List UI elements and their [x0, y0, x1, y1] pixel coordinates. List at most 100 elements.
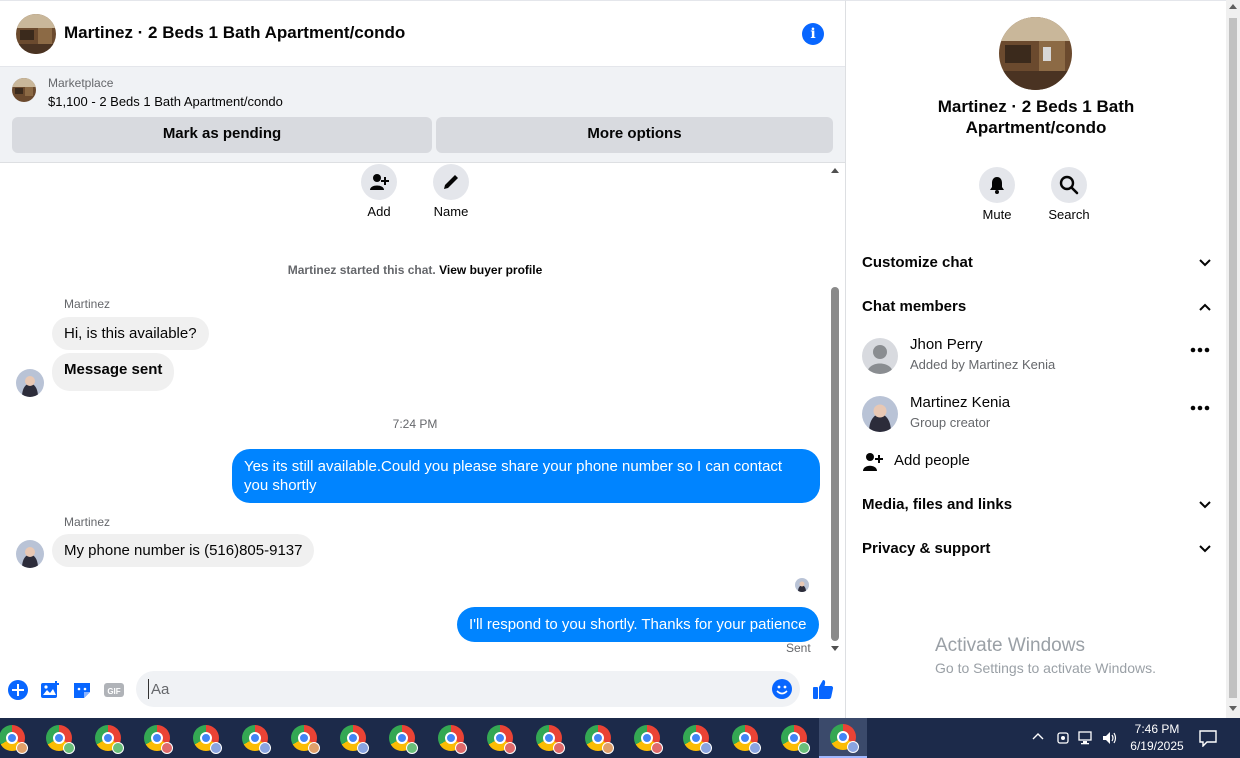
chrome-icon [340, 725, 369, 754]
more-horizontal-icon[interactable] [1188, 400, 1212, 416]
incoming-message[interactable]: My phone number is (516)805-9137 [52, 534, 315, 567]
attach-image-icon[interactable] [40, 680, 60, 700]
chevron-down-icon [1199, 259, 1211, 267]
clock-date: 6/19/2025 [1130, 739, 1184, 753]
privacy-support-section[interactable]: Privacy & support [862, 534, 1212, 564]
member-avatar[interactable] [862, 396, 898, 432]
chrome-icon [193, 725, 222, 754]
mute-label: Mute [982, 207, 1012, 222]
chrome-icon [0, 725, 28, 754]
incoming-message[interactable]: Message sent [52, 353, 175, 391]
incoming-message[interactable]: Hi, is this available? [52, 317, 209, 350]
taskbar-chrome-app[interactable] [133, 718, 181, 758]
activate-windows-subtitle: Go to Settings to activate Windows. [935, 660, 1156, 676]
thread-scrollbar[interactable] [828, 164, 842, 661]
message-input[interactable] [148, 679, 758, 699]
add-people-button[interactable]: Add people [862, 450, 1212, 476]
member-avatar[interactable] [862, 338, 898, 374]
taskbar-chrome-app[interactable] [35, 718, 83, 758]
search-button[interactable] [1051, 167, 1087, 203]
sticker-icon[interactable] [72, 680, 92, 700]
scroll-thumb[interactable] [831, 287, 839, 641]
taskbar-chrome-app[interactable] [770, 718, 818, 758]
chevron-up-icon [1199, 303, 1211, 311]
media-files-links-section[interactable]: Media, files and links [862, 490, 1212, 520]
message-composer: GIF [0, 661, 845, 719]
emoji-icon[interactable] [772, 679, 792, 699]
taskbar-chrome-app[interactable] [476, 718, 524, 758]
bell-icon [990, 177, 1004, 194]
more-options-button[interactable]: More options [436, 117, 833, 153]
chrome-icon [683, 725, 712, 754]
taskbar-chrome-app[interactable] [574, 718, 622, 758]
chrome-icon [830, 724, 859, 753]
customize-chat-section[interactable]: Customize chat [862, 248, 1212, 278]
listing-thumbnail[interactable] [12, 78, 36, 102]
member-row[interactable]: Martinez Kenia Group creator [862, 394, 1212, 438]
scroll-down-arrow[interactable] [831, 646, 839, 651]
taskbar-chrome-app[interactable] [721, 718, 769, 758]
taskbar-chrome-app[interactable] [280, 718, 328, 758]
taskbar-chrome-app[interactable] [0, 718, 36, 758]
listing-avatar[interactable] [16, 14, 56, 54]
conversation-title[interactable]: Martinez · 2 Beds 1 Bath Apartment/condo [64, 23, 405, 43]
add-member-button[interactable] [361, 164, 397, 200]
chevron-down-icon [1199, 545, 1211, 553]
outgoing-message[interactable]: Yes its still available.Could you please… [232, 449, 820, 503]
member-row[interactable]: Jhon Perry Added by Martinez Kenia [862, 336, 1212, 380]
gif-icon[interactable]: GIF [104, 680, 124, 700]
add-person-icon [370, 174, 389, 190]
name-label: Name [433, 204, 469, 219]
message-status: Sent [786, 641, 811, 655]
media-files-links-label: Media, files and links [862, 496, 1013, 513]
taskbar-chrome-app[interactable] [672, 718, 720, 758]
clock-time: 7:46 PM [1134, 722, 1180, 736]
taskbar-chrome-app-active[interactable] [819, 718, 867, 758]
mark-as-pending-button[interactable]: Mark as pending [12, 117, 432, 153]
sender-name: Martinez [64, 297, 111, 311]
more-actions-plus-icon[interactable] [8, 680, 28, 700]
taskbar-clock[interactable]: 7:46 PM 6/19/2025 [1122, 721, 1192, 755]
taskbar-chrome-app[interactable] [427, 718, 475, 758]
name-chat-button[interactable] [433, 164, 469, 200]
taskbar-chrome-app[interactable] [329, 718, 377, 758]
chat-members-section[interactable]: Chat members [862, 292, 1212, 322]
chrome-icon [634, 725, 663, 754]
chat-avatar[interactable] [999, 17, 1072, 90]
scroll-up-arrow[interactable] [831, 168, 839, 173]
volume-icon[interactable] [1101, 730, 1119, 746]
taskbar-chrome-app[interactable] [182, 718, 230, 758]
network-icon[interactable] [1078, 730, 1096, 746]
chrome-icon [438, 725, 467, 754]
messenger-window: Martinez · 2 Beds 1 Bath Apartment/condo… [0, 0, 1240, 719]
sender-avatar[interactable] [16, 540, 44, 568]
info-icon[interactable]: i [802, 23, 824, 45]
thumbs-up-icon[interactable] [812, 678, 834, 700]
listing-summary[interactable]: $1,100 - 2 Beds 1 Bath Apartment/condo [48, 94, 283, 109]
taskbar-chrome-app[interactable] [525, 718, 573, 758]
search-label: Search [1048, 207, 1090, 222]
page-scroll-thumb[interactable] [1229, 18, 1237, 698]
view-buyer-profile-link[interactable]: View buyer profile [439, 263, 542, 277]
chat-started-text: Martinez started this chat. [287, 263, 440, 277]
member-name: Jhon Perry [910, 336, 983, 353]
taskbar-chrome-app[interactable] [231, 718, 279, 758]
mute-button[interactable] [979, 167, 1015, 203]
more-horizontal-icon[interactable] [1188, 342, 1212, 358]
member-name: Martinez Kenia [910, 394, 1011, 411]
seen-avatar [795, 578, 809, 592]
page-scrollbar[interactable] [1226, 0, 1240, 718]
meet-now-icon[interactable] [1055, 730, 1071, 746]
taskbar-chrome-app[interactable] [378, 718, 426, 758]
taskbar-chrome-app[interactable] [623, 718, 671, 758]
windows-taskbar: 7:46 PM 6/19/2025 [0, 718, 1240, 758]
conversation-header: Martinez · 2 Beds 1 Bath Apartment/condo… [0, 1, 845, 67]
page-scroll-up-arrow[interactable] [1229, 4, 1237, 9]
outgoing-message[interactable]: I'll respond to you shortly. Thanks for … [457, 607, 819, 642]
listing-source: Marketplace [48, 76, 114, 90]
notifications-icon[interactable] [1198, 729, 1218, 747]
page-scroll-down-arrow[interactable] [1229, 706, 1237, 711]
tray-chevron-up-icon[interactable] [1031, 730, 1045, 744]
taskbar-chrome-app[interactable] [84, 718, 132, 758]
sender-avatar[interactable] [16, 369, 44, 397]
